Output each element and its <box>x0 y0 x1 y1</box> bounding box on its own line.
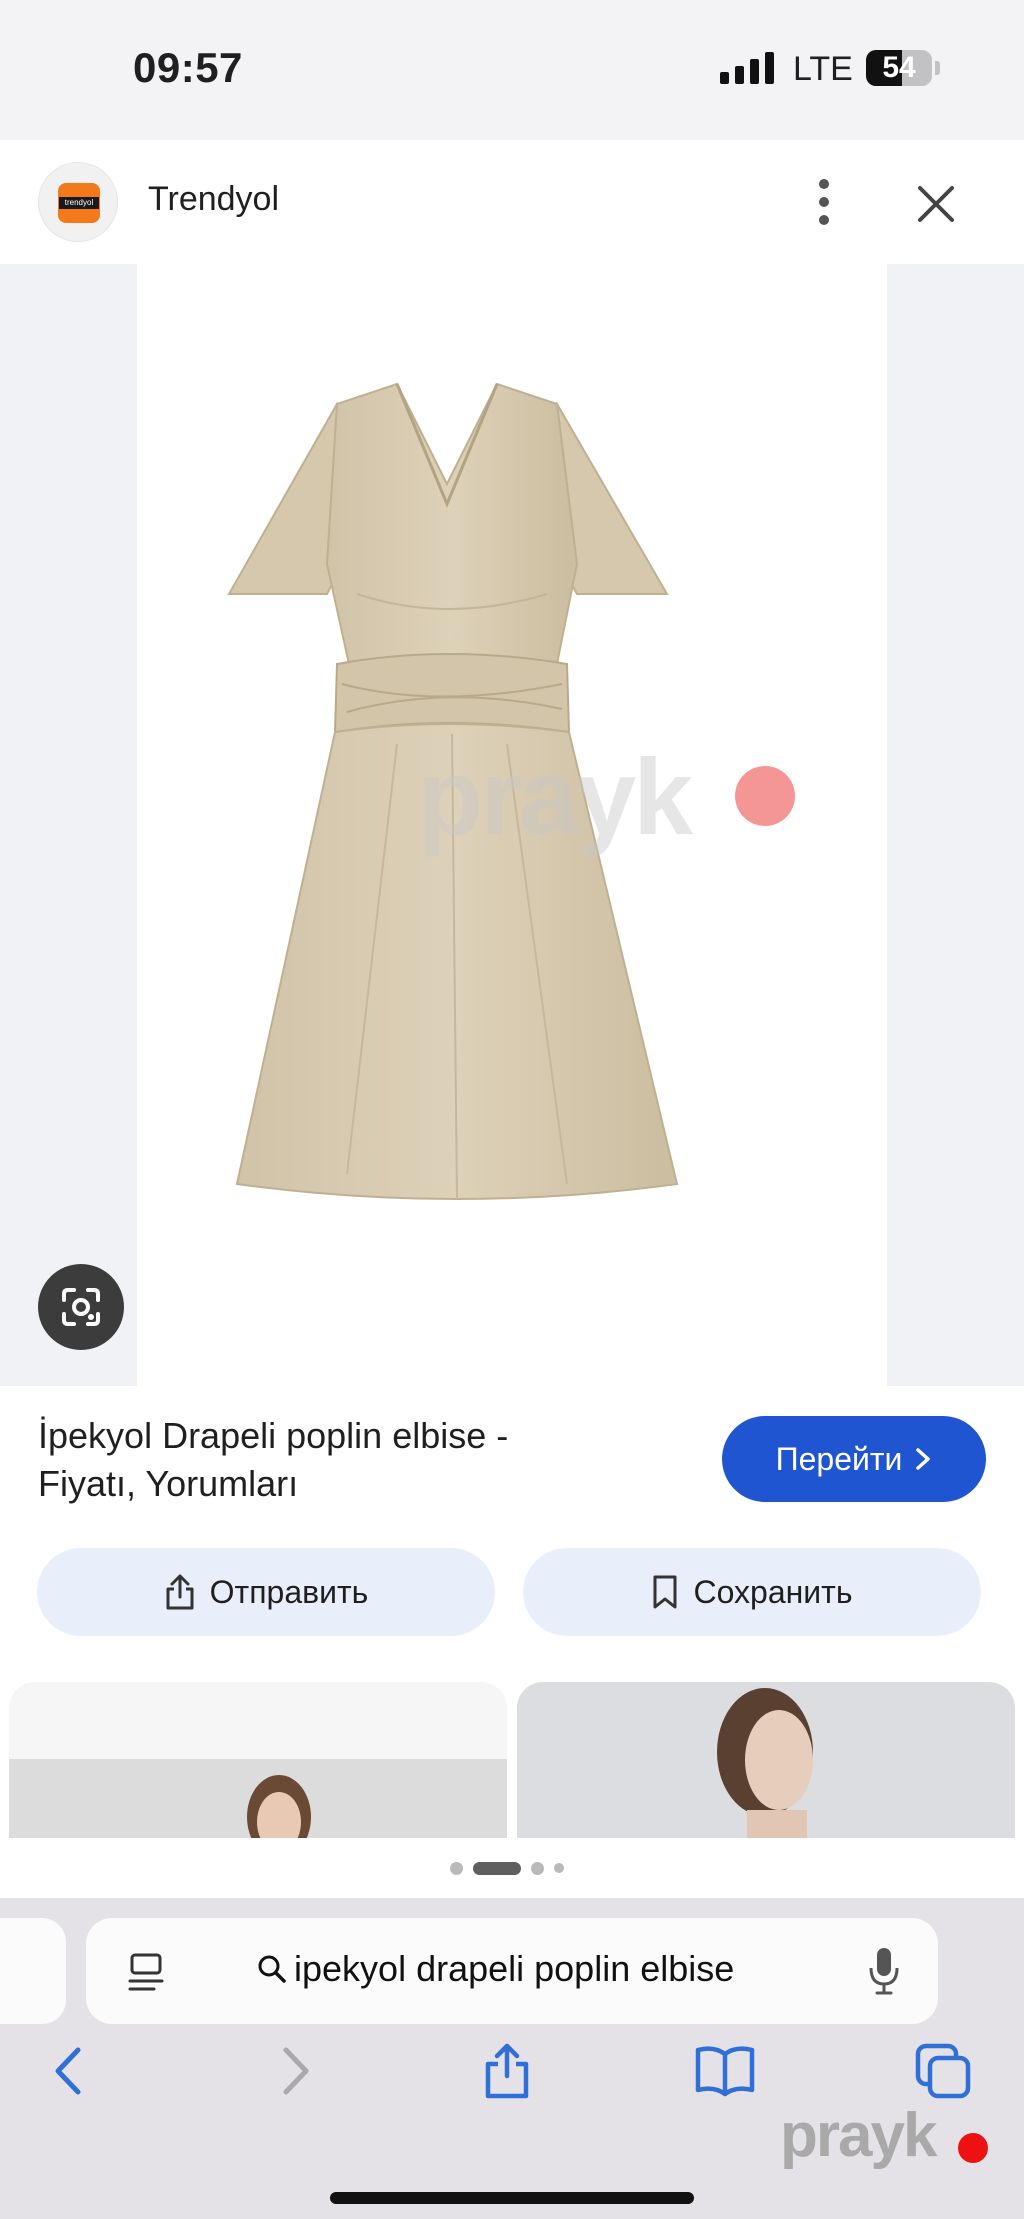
lens-icon <box>62 1288 100 1326</box>
send-button[interactable]: Отправить <box>37 1548 495 1636</box>
pager-dot[interactable] <box>450 1861 463 1875</box>
home-indicator[interactable] <box>330 2192 694 2204</box>
address-bar[interactable]: ipekyol drapeli poplin elbise <box>86 1918 938 2024</box>
bookmark-icon <box>653 1575 677 1609</box>
product-image[interactable]: prayk <box>137 264 887 1386</box>
site-logo[interactable]: trendyol <box>38 162 118 242</box>
more-options-icon[interactable] <box>800 175 848 229</box>
pager-dot[interactable] <box>554 1863 564 1873</box>
search-icon <box>258 1955 286 1983</box>
share-icon <box>166 1574 194 1610</box>
status-bar: 09:57 LTE 54 <box>0 0 1024 140</box>
network-label: LTE <box>793 50 853 88</box>
related-image-1[interactable] <box>9 1682 507 1838</box>
goto-button[interactable]: Перейти <box>722 1416 986 1502</box>
pager-dot[interactable] <box>531 1861 544 1875</box>
watermark-dot <box>735 766 795 826</box>
microphone-icon[interactable] <box>868 1946 900 1996</box>
corner-watermark-dot <box>958 2133 988 2163</box>
product-title[interactable]: İpekyol Drapeli poplin elbise - Fiyatı, … <box>38 1412 598 1508</box>
battery-level: 54 <box>882 51 916 84</box>
pager-dot-active[interactable] <box>473 1861 521 1875</box>
url-field[interactable]: ipekyol drapeli poplin elbise <box>256 1948 734 1990</box>
browser-toolbar: ipekyol drapeli poplin elbise <box>0 1900 1024 2219</box>
corner-watermark: prayk <box>780 2101 937 2170</box>
carousel-pager <box>450 1860 564 1876</box>
save-button-label: Сохранить <box>693 1573 853 1610</box>
share-icon[interactable] <box>476 2040 538 2102</box>
chevron-right-icon <box>916 1448 931 1470</box>
page-menu-icon[interactable] <box>126 1951 166 1995</box>
status-time: 09:57 <box>133 44 243 91</box>
site-logo-text: trendyol <box>59 197 99 209</box>
source-header: trendyol Trendyol <box>0 140 1024 264</box>
previous-tab-preview[interactable] <box>0 1918 66 2024</box>
battery-tip <box>935 61 940 75</box>
site-name[interactable]: Trendyol <box>148 180 279 219</box>
model-illustration-2 <box>717 1688 813 1838</box>
forward-icon[interactable] <box>262 2040 324 2102</box>
save-button[interactable]: Сохранить <box>523 1548 981 1636</box>
search-query: ipekyol drapeli poplin elbise <box>294 1948 735 1989</box>
model-illustration-1 <box>247 1775 311 1838</box>
send-button-label: Отправить <box>209 1573 369 1610</box>
battery-icon: 54 <box>866 50 932 86</box>
related-image-2[interactable] <box>517 1682 1015 1838</box>
signal-icon <box>720 52 774 84</box>
lens-search-button[interactable] <box>38 1264 124 1350</box>
image-watermark: prayk <box>417 736 693 857</box>
goto-button-label: Перейти <box>775 1440 903 1477</box>
back-icon[interactable] <box>40 2040 102 2102</box>
bookmarks-icon[interactable] <box>694 2040 756 2102</box>
close-icon[interactable] <box>910 178 962 230</box>
image-viewer[interactable]: prayk <box>0 264 1024 1386</box>
tabs-icon[interactable] <box>912 2040 974 2102</box>
